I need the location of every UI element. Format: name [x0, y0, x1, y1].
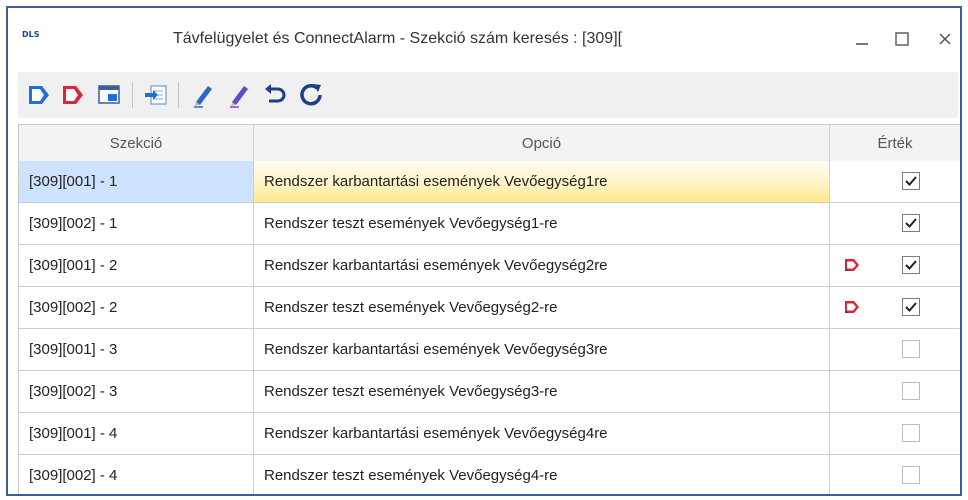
value-cell	[830, 329, 960, 370]
option-cell: Rendszer karbantartási események Vevőegy…	[254, 329, 830, 370]
section-cell: [309][001] - 4	[19, 413, 254, 454]
modified-flag-icon	[845, 301, 859, 313]
option-cell: Rendszer karbantartási események Vevőegy…	[254, 413, 830, 454]
app-window: DLS Távfelügyelet és ConnectAlarm - Szek…	[6, 6, 962, 496]
value-checkbox[interactable]	[902, 424, 920, 442]
pencil-purple-icon	[230, 86, 248, 108]
toolbar-separator	[132, 82, 133, 108]
option-cell: Rendszer teszt események Vevőegység2-re	[254, 287, 830, 328]
tag-red-icon	[63, 86, 83, 104]
options-grid: Szekció Opció Érték [309][001] - 1 Rends…	[18, 124, 960, 494]
close-button[interactable]	[931, 26, 959, 52]
window-grid-icon	[98, 85, 120, 104]
pencil-blue-icon	[194, 86, 212, 108]
grid-header: Szekció Opció Érték	[19, 125, 960, 162]
value-cell	[830, 245, 960, 286]
value-checkbox[interactable]	[902, 466, 920, 484]
value-cell	[830, 455, 960, 494]
value-checkbox[interactable]	[902, 382, 920, 400]
checkmark-icon	[905, 302, 917, 312]
column-header-ertek[interactable]: Érték	[830, 125, 960, 161]
section-cell: [309][001] - 1	[19, 161, 254, 202]
toolbar-separator	[178, 82, 179, 108]
close-icon	[939, 33, 951, 45]
window-grid-button[interactable]	[94, 80, 124, 110]
logo-text: DLS	[22, 30, 40, 39]
option-cell: Rendszer teszt események Vevőegység1-re	[254, 203, 830, 244]
column-header-szekcio[interactable]: Szekció	[19, 125, 254, 161]
table-row[interactable]: [309][001] - 3 Rendszer karbantartási es…	[19, 329, 960, 371]
tag-blue-icon	[29, 86, 49, 104]
minimize-icon	[856, 43, 868, 45]
value-cell	[830, 203, 960, 244]
window-title: Távfelügyelet és ConnectAlarm - Szekció …	[173, 30, 623, 47]
tag-blue-button[interactable]	[24, 80, 54, 110]
toolbar	[18, 72, 958, 118]
section-cell: [309][002] - 3	[19, 371, 254, 412]
section-cell: [309][001] - 2	[19, 245, 254, 286]
table-row[interactable]: [309][002] - 1 Rendszer teszt események …	[19, 203, 960, 245]
value-checkbox[interactable]	[902, 340, 920, 358]
option-cell: Rendszer teszt események Vevőegység3-re	[254, 371, 830, 412]
section-cell: [309][001] - 3	[19, 329, 254, 370]
value-checkbox[interactable]	[902, 172, 920, 190]
section-cell: [309][002] - 4	[19, 455, 254, 494]
option-cell: Rendszer karbantartási események Vevőegy…	[254, 245, 830, 286]
undo-icon	[265, 84, 286, 103]
value-cell	[830, 161, 960, 202]
option-cell: Rendszer karbantartási események Vevőegy…	[254, 161, 830, 202]
maximize-button[interactable]	[888, 26, 916, 52]
column-header-opcio[interactable]: Opció	[254, 125, 830, 161]
section-cell: [309][002] - 1	[19, 203, 254, 244]
tag-red-button[interactable]	[58, 80, 88, 110]
value-cell	[830, 371, 960, 412]
refresh-button[interactable]	[296, 80, 326, 110]
edit-purple-button[interactable]	[224, 80, 254, 110]
edit-blue-button[interactable]	[188, 80, 218, 110]
table-row[interactable]: [309][002] - 2 Rendszer teszt események …	[19, 287, 960, 329]
import-button[interactable]	[142, 80, 172, 110]
app-logo: DLS	[22, 24, 52, 42]
value-checkbox[interactable]	[902, 298, 920, 316]
maximize-icon	[895, 32, 909, 46]
checkmark-icon	[905, 218, 917, 228]
value-cell	[830, 413, 960, 454]
checkmark-icon	[905, 176, 917, 186]
table-row[interactable]: [309][001] - 1 Rendszer karbantartási es…	[19, 161, 960, 203]
value-checkbox[interactable]	[902, 256, 920, 274]
value-cell	[830, 287, 960, 328]
minimize-button[interactable]	[848, 26, 876, 52]
modified-flag-icon	[845, 259, 859, 271]
import-icon	[145, 85, 167, 105]
option-cell: Rendszer teszt események Vevőegység4-re	[254, 455, 830, 494]
table-row[interactable]: [309][002] - 3 Rendszer teszt események …	[19, 371, 960, 413]
checkmark-icon	[905, 260, 917, 270]
table-row[interactable]: [309][002] - 4 Rendszer teszt események …	[19, 455, 960, 494]
title-bar: DLS Távfelügyelet és ConnectAlarm - Szek…	[8, 8, 960, 70]
section-cell: [309][002] - 2	[19, 287, 254, 328]
table-row[interactable]: [309][001] - 2 Rendszer karbantartási es…	[19, 245, 960, 287]
refresh-icon	[300, 83, 322, 106]
table-row[interactable]: [309][001] - 4 Rendszer karbantartási es…	[19, 413, 960, 455]
value-checkbox[interactable]	[902, 214, 920, 232]
undo-button[interactable]	[260, 80, 290, 110]
